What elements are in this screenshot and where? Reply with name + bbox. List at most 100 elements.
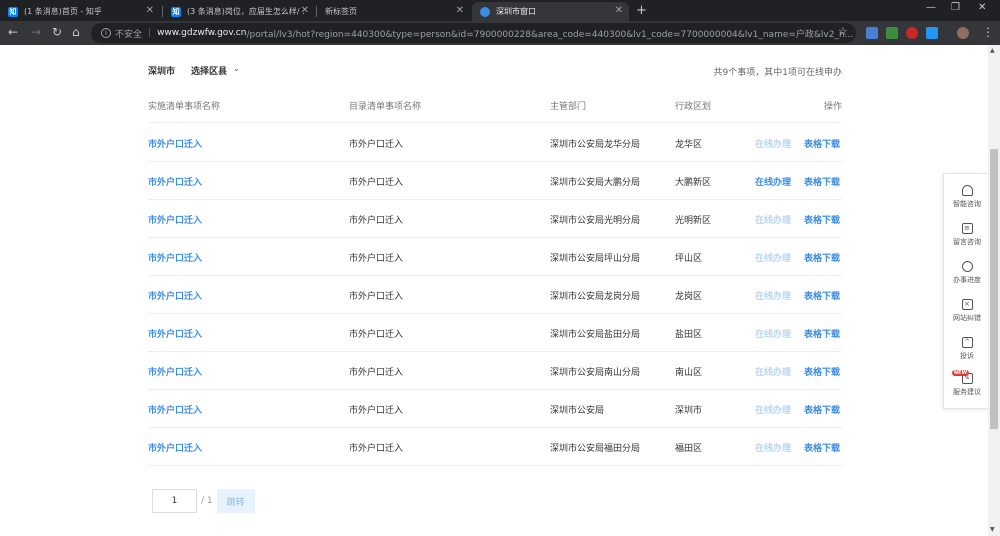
item-name-link[interactable]: 市外户口迁入 — [148, 137, 202, 150]
tab-new-tab[interactable]: 新标签页 ✕ — [317, 2, 470, 21]
department: 深圳市公安局坪山分局 — [550, 254, 641, 264]
maximize-icon[interactable]: ❐ — [951, 2, 960, 13]
chevron-down-icon[interactable]: ⌄ — [233, 64, 240, 77]
browser-toolbar: ← → ↻ ⌂ i 不安全 | www.gdzwfw.gov.cn /porta… — [0, 21, 1000, 45]
department: 深圳市公安局 — [550, 406, 605, 416]
tab-title: 深圳市窗口 — [496, 7, 536, 16]
forward-arrow-icon[interactable]: → — [31, 25, 41, 39]
page-scrollbar[interactable]: ▲ ▼ — [988, 45, 1000, 536]
window-close-icon[interactable]: ✕ — [978, 2, 986, 13]
online-apply-link[interactable]: 在线办理 — [755, 175, 791, 188]
header-item-name: 实施清单事项名称 — [148, 102, 221, 112]
page-number-input[interactable]: 1 — [152, 489, 197, 513]
form-download-link[interactable]: 表格下载 — [804, 137, 840, 150]
tab-title: 新标签页 — [325, 7, 357, 16]
new-badge: NEW — [952, 370, 970, 376]
form-download-link[interactable]: 表格下载 — [804, 289, 840, 302]
department: 深圳市公安局龙华分局 — [550, 140, 641, 150]
complaint-icon: ^ — [961, 337, 973, 348]
minimize-icon[interactable]: — — [926, 2, 936, 13]
department: 深圳市公安局光明分局 — [550, 216, 641, 226]
table-row: 市外户口迁入 市外户口迁入 深圳市公安局南山分局 南山区 在线办理 表格下载 — [148, 352, 842, 390]
close-icon[interactable]: ✕ — [301, 5, 309, 16]
item-name-link[interactable]: 市外户口迁入 — [148, 327, 202, 340]
header-catalog-name: 目录清单事项名称 — [349, 102, 422, 112]
catalog-name: 市外户口迁入 — [349, 216, 404, 226]
new-tab-plus-icon[interactable]: + — [636, 3, 647, 18]
form-download-link[interactable]: 表格下载 — [804, 175, 840, 188]
side-item-smart-consult[interactable]: 智能咨询 — [944, 185, 990, 209]
translate-extension-icon[interactable] — [866, 27, 878, 39]
result-summary: 共9个事项，其中1项可在线申办 — [713, 68, 842, 78]
header-region: 行政区划 — [675, 102, 712, 112]
region: 盐田区 — [675, 330, 703, 340]
jump-button[interactable]: 跳转 — [216, 489, 255, 513]
side-item-label: 留言咨询 — [953, 238, 981, 246]
district-selector[interactable]: 选择区县 — [191, 64, 227, 77]
back-arrow-icon[interactable]: ← — [8, 25, 18, 39]
screenshot-extension-icon[interactable] — [926, 27, 938, 39]
side-item-label: 网站纠错 — [953, 314, 981, 322]
address-separator: | — [148, 28, 152, 38]
menu-kebab-icon[interactable]: ⋮ — [982, 25, 994, 39]
department: 深圳市公安局盐田分局 — [550, 330, 641, 340]
item-name-link[interactable]: 市外户口迁入 — [148, 175, 202, 188]
close-icon[interactable]: ✕ — [146, 5, 154, 16]
close-icon[interactable]: ✕ — [615, 5, 623, 16]
tab-shenzhen-window[interactable]: 深圳市窗口 ✕ — [472, 2, 629, 21]
form-download-link[interactable]: 表格下载 — [804, 327, 840, 340]
scrollbar-thumb[interactable] — [990, 149, 998, 429]
form-download-link[interactable]: 表格下载 — [804, 403, 840, 416]
form-download-link[interactable]: 表格下载 — [804, 213, 840, 226]
reload-icon[interactable]: ↻ — [52, 25, 62, 39]
item-name-link[interactable]: 市外户口迁入 — [148, 213, 202, 226]
side-item-error-report[interactable]: × 网站纠错 — [944, 299, 990, 323]
side-item-suggestion[interactable]: NEW ✎ 服务建议 — [944, 370, 990, 397]
profile-avatar[interactable] — [957, 27, 969, 39]
scroll-up-icon[interactable]: ▲ — [990, 47, 995, 54]
online-apply-link: 在线办理 — [755, 254, 792, 264]
region: 龙华区 — [675, 140, 703, 150]
department: 深圳市公安局大鹏分局 — [550, 178, 641, 188]
catalog-name: 市外户口迁入 — [349, 292, 404, 302]
catalog-name: 市外户口迁入 — [349, 330, 404, 340]
table-header: 实施清单事项名称 目录清单事项名称 主管部门 行政区划 操作 — [148, 95, 842, 123]
home-icon[interactable]: ⌂ — [72, 25, 80, 39]
download-extension-icon[interactable] — [886, 27, 898, 39]
side-service-panel: 智能咨询 ≡ 留言咨询 办事进度 × 网站纠错 ^ 投诉 NEW ✎ 服务建议 — [943, 173, 989, 409]
tab-title: (1 条消息)首页 - 知乎 — [24, 7, 102, 16]
side-item-complaint[interactable]: ^ 投诉 — [944, 337, 990, 361]
form-download-link[interactable]: 表格下载 — [804, 441, 840, 454]
info-icon[interactable]: i — [101, 28, 111, 38]
scroll-down-icon[interactable]: ▼ — [990, 526, 995, 533]
item-name-link[interactable]: 市外户口迁入 — [148, 365, 202, 378]
side-item-progress[interactable]: 办事进度 — [944, 261, 990, 285]
header-department: 主管部门 — [550, 102, 587, 112]
region: 光明新区 — [675, 216, 712, 226]
region-filter: 深圳市 选择区县 ⌄ — [148, 64, 240, 77]
bookmark-star-icon[interactable]: ☆ — [838, 25, 848, 38]
address-bar[interactable]: i 不安全 | www.gdzwfw.gov.cn /portal/lv3/ho… — [91, 23, 856, 43]
department: 深圳市公安局福田分局 — [550, 444, 641, 454]
table-row: 市外户口迁入 市外户口迁入 深圳市公安局光明分局 光明新区 在线办理 表格下载 — [148, 200, 842, 238]
online-apply-link: 在线办理 — [755, 292, 792, 302]
table-row: 市外户口迁入 市外户口迁入 深圳市公安局福田分局 福田区 在线办理 表格下载 — [148, 428, 842, 466]
item-name-link[interactable]: 市外户口迁入 — [148, 289, 202, 302]
item-name-link[interactable]: 市外户口迁入 — [148, 251, 202, 264]
form-download-link[interactable]: 表格下载 — [804, 251, 840, 264]
catalog-name: 市外户口迁入 — [349, 368, 404, 378]
tab-zhihu-home[interactable]: 知 (1 条消息)首页 - 知乎 ✕ — [0, 2, 160, 21]
gov-favicon-icon — [480, 6, 490, 17]
tab-zhihu-question[interactable]: 知 (3 条消息)岗位，应届生怎么样/ ... ✕ — [163, 2, 315, 21]
online-apply-link: 在线办理 — [755, 406, 792, 416]
close-icon[interactable]: ✕ — [456, 5, 464, 16]
side-item-message-consult[interactable]: ≡ 留言咨询 — [944, 223, 990, 247]
side-item-label: 投诉 — [960, 352, 974, 360]
catalog-name: 市外户口迁入 — [349, 178, 404, 188]
catalog-name: 市外户口迁入 — [349, 444, 404, 454]
record-extension-icon[interactable] — [906, 27, 918, 39]
item-name-link[interactable]: 市外户口迁入 — [148, 441, 202, 454]
url-path: /portal/lv3/hot?region=440300&type=perso… — [246, 29, 854, 40]
form-download-link[interactable]: 表格下载 — [804, 365, 840, 378]
item-name-link[interactable]: 市外户口迁入 — [148, 403, 202, 416]
